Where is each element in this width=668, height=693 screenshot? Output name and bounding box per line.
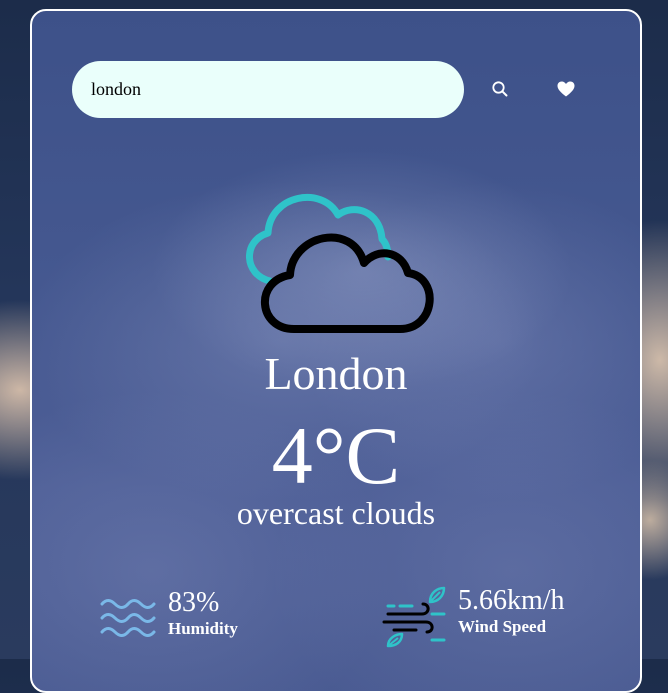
humidity-value: 83% (168, 587, 220, 618)
wind-speed-value: 5.66km/h (458, 585, 565, 616)
humidity-stat: 83% Humidity (100, 588, 238, 644)
weather-card: London 4°C overcast clouds 83% Humidity (30, 9, 642, 693)
heart-icon (557, 81, 575, 97)
wind-speed-label: Wind Speed (458, 617, 547, 636)
search-icon (492, 81, 508, 97)
search-button[interactable] (484, 73, 516, 105)
humidity-waves-icon (100, 599, 156, 637)
search-input[interactable] (89, 78, 464, 101)
cloudy-icon (246, 193, 434, 333)
city-name: London (264, 348, 408, 399)
humidity-label: Humidity (168, 619, 238, 638)
wind-icon (382, 586, 446, 648)
search-box[interactable] (72, 61, 464, 118)
weather-description: overcast clouds (236, 495, 436, 531)
temperature: 4°C (271, 410, 401, 501)
wind-stat: 5.66km/h Wind Speed (382, 586, 565, 650)
favorite-button[interactable] (550, 73, 582, 105)
weather-condition-icon (236, 177, 436, 342)
